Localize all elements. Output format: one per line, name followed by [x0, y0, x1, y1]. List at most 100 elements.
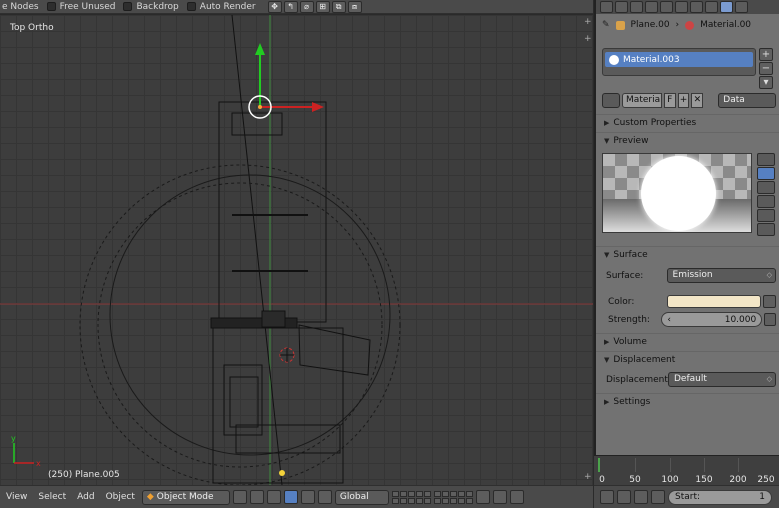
node-editor-header: e Nodes Free Unused Backdrop Auto Render… — [0, 0, 593, 14]
free-unused-checkbox[interactable]: Free Unused — [46, 2, 115, 12]
flat-preview-icon[interactable] — [757, 153, 775, 166]
expanded-triangle-icon: ▼ — [604, 250, 610, 259]
section-displacement[interactable]: ▼ Displacement — [596, 351, 779, 367]
section-settings[interactable]: ▶ Settings — [596, 393, 779, 409]
frame-line — [635, 458, 636, 472]
pin-icon[interactable]: ✥ — [267, 0, 282, 13]
copy-icon[interactable]: ⧉ — [331, 0, 346, 13]
frame-tick: 100 — [661, 475, 679, 485]
surface-dropdown[interactable]: Emission — [666, 268, 776, 283]
browse-material-button[interactable] — [602, 93, 621, 108]
ring-circle — [109, 174, 391, 456]
section-volume[interactable]: ▶ Volume — [596, 333, 779, 349]
render-icon[interactable] — [475, 490, 490, 504]
modifiers-tab-icon[interactable] — [690, 1, 703, 13]
menu-add[interactable]: Add — [73, 492, 98, 502]
scale-icon[interactable] — [317, 490, 332, 504]
unlink-icon[interactable]: ✕ — [691, 93, 704, 108]
material-name-field[interactable]: Material.0 — [622, 93, 662, 108]
expanded-triangle-icon: ▼ — [604, 136, 610, 145]
cube-icon: ◆ — [146, 492, 154, 502]
start-frame-field[interactable]: Start: 1 — [668, 489, 772, 505]
checkbox-box[interactable] — [186, 2, 196, 11]
breadcrumb-material[interactable]: Material.00 — [700, 20, 751, 30]
shading-icon[interactable] — [232, 490, 247, 504]
menu-object[interactable]: Object — [102, 492, 139, 502]
manipulator-toggle-icon[interactable] — [266, 490, 281, 504]
menu-view[interactable]: View — [2, 492, 31, 502]
snap-icon[interactable]: ⌀ — [299, 0, 314, 13]
material-slot-list[interactable]: Material.003 — [602, 48, 756, 76]
decrement-icon[interactable]: ‹ — [667, 315, 671, 325]
checkbox-box[interactable] — [46, 2, 56, 11]
scene-tab-icon[interactable] — [630, 1, 643, 13]
record-icon[interactable] — [634, 490, 648, 504]
playhead[interactable] — [598, 458, 600, 472]
section-title: Displacement — [613, 354, 676, 365]
start-label: Start: — [675, 491, 701, 502]
cube-preview-icon[interactable] — [757, 181, 775, 194]
menu-icon[interactable] — [617, 490, 631, 504]
checkbox-box[interactable] — [123, 2, 133, 11]
snap-icon[interactable] — [509, 490, 524, 504]
paste-icon[interactable]: ⧈ — [347, 0, 362, 13]
color-swatch[interactable] — [666, 295, 762, 308]
use-nodes-label[interactable]: e Nodes — [2, 2, 39, 12]
world-preview-icon[interactable] — [757, 223, 775, 236]
proportional-edit-icon[interactable] — [492, 490, 507, 504]
keying-icon[interactable] — [651, 490, 665, 504]
world-tab-icon[interactable] — [645, 1, 658, 13]
color-label: Color: — [608, 296, 635, 307]
menu-select[interactable]: Select — [34, 492, 70, 502]
sphere-preview-icon[interactable] — [757, 167, 775, 180]
constraints-tab-icon[interactable] — [675, 1, 688, 13]
socket-link-icon[interactable] — [764, 313, 776, 326]
data-tab-icon[interactable] — [705, 1, 718, 13]
breadcrumb-object[interactable]: Plane.00 — [631, 20, 670, 30]
socket-link-icon[interactable] — [763, 295, 776, 308]
strength-row: Strength: ‹ 10.000 — [606, 312, 776, 327]
material-slot-name: Material.003 — [623, 54, 680, 65]
layer-buttons[interactable] — [391, 490, 431, 504]
layer-buttons[interactable] — [433, 490, 473, 504]
3d-viewport[interactable]: Top Ortho + + + y x (250) Plane.005 — [0, 15, 593, 485]
backdrop-checkbox[interactable]: Backdrop — [123, 2, 179, 12]
section-custom-properties[interactable]: ▶ Custom Properties — [596, 114, 779, 130]
fake-user-button[interactable]: F — [663, 93, 676, 108]
texture-tab-icon[interactable] — [735, 1, 748, 13]
parent-icon[interactable]: ↰ — [283, 0, 298, 13]
link-dropdown[interactable]: Data — [718, 93, 776, 108]
section-preview[interactable]: ▼ Preview — [596, 132, 779, 148]
slot-menu-button[interactable]: ▾ — [759, 76, 773, 89]
section-surface[interactable]: ▼ Surface — [596, 246, 779, 262]
new-material-icon[interactable]: + — [677, 93, 690, 108]
layers-tab-icon[interactable] — [615, 1, 628, 13]
mode-dropdown[interactable]: ◆ Object Mode — [141, 489, 230, 505]
frame-line — [738, 458, 739, 472]
snap-target-icon[interactable]: ⊞ — [315, 0, 330, 13]
strength-field[interactable]: ‹ 10.000 — [661, 312, 763, 327]
rotate-icon[interactable] — [300, 490, 315, 504]
add-slot-button[interactable]: + — [759, 48, 773, 61]
render-tab-icon[interactable] — [600, 1, 613, 13]
hair-preview-icon[interactable] — [757, 209, 775, 222]
section-title: Custom Properties — [613, 117, 697, 128]
editor-type-icon[interactable] — [600, 490, 614, 504]
material-slot-item[interactable]: Material.003 — [605, 52, 753, 67]
pin-icon[interactable]: ✎ — [602, 20, 610, 30]
strength-label: Strength: — [608, 314, 650, 325]
frame-tick: 150 — [695, 475, 713, 485]
monkey-preview-icon[interactable] — [757, 195, 775, 208]
remove-slot-button[interactable]: − — [759, 62, 773, 75]
orientation-dropdown[interactable]: Global — [334, 489, 389, 505]
material-tab-icon[interactable] — [720, 1, 733, 13]
timeline[interactable]: 0 50 100 150 200 250 — [594, 455, 779, 485]
translate-icon[interactable] — [283, 490, 298, 504]
displacement-dropdown[interactable]: Default — [668, 372, 776, 387]
gizmo-y-label: y — [11, 434, 16, 443]
auto-render-checkbox[interactable]: Auto Render — [186, 2, 256, 12]
preview-sphere — [641, 156, 716, 231]
object-tab-icon[interactable] — [660, 1, 673, 13]
manipulator-x-arrow — [312, 102, 324, 112]
pivot-icon[interactable] — [249, 490, 264, 504]
